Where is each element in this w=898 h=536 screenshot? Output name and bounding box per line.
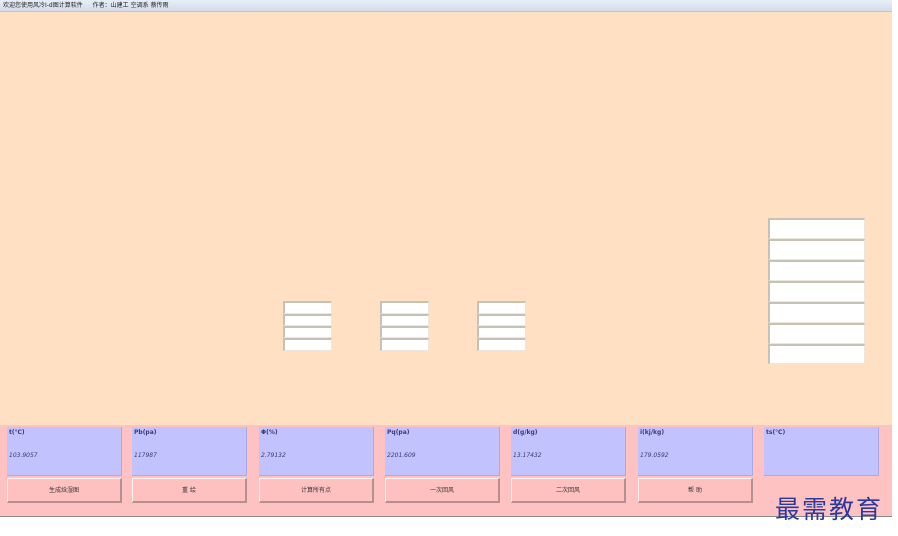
redraw-button[interactable]: 重 绘: [132, 478, 247, 503]
param-d: d(g/kg) 13.17432: [511, 427, 626, 476]
window-authors: 作者：山建工 空调系 蔡传雨: [92, 2, 169, 9]
chart-canvas[interactable]: [0, 12, 892, 425]
param-pb-label: Pb(pa): [134, 429, 157, 436]
param-ts-label: ts(℃): [766, 429, 786, 436]
param-phi-label: Φ(%): [261, 429, 278, 436]
watermark: 最需教育: [775, 495, 884, 524]
side-input-4[interactable]: [768, 281, 865, 302]
group1-input-2[interactable]: [283, 314, 332, 326]
param-t: t(℃) 103.9057: [7, 427, 122, 476]
param-pb-value: 117987: [134, 452, 157, 459]
param-pq-label: Pq(pa): [387, 429, 410, 436]
group3-input-2[interactable]: [477, 314, 526, 326]
side-input-3[interactable]: [768, 260, 865, 281]
param-i-label: i(kj/kg): [640, 429, 665, 436]
group3-input-3[interactable]: [477, 326, 526, 338]
param-d-value: 13.17432: [513, 452, 542, 459]
group2-input-1[interactable]: [380, 301, 429, 314]
param-pb: Pb(pa) 117987: [132, 427, 247, 476]
bottom-divider: [0, 516, 892, 517]
param-i-value: 179.0592: [640, 452, 669, 459]
group2-input-3[interactable]: [380, 326, 429, 338]
param-pq-value: 2201.609: [387, 452, 416, 459]
side-input-6[interactable]: [768, 323, 865, 344]
window-title: 欢迎您使用风冷I-d图计算软件: [3, 2, 83, 9]
side-input-7[interactable]: [768, 344, 865, 364]
param-d-label: d(g/kg): [513, 429, 538, 436]
group1-input-4[interactable]: [283, 338, 332, 351]
param-phi: Φ(%) 2.79132: [259, 427, 374, 476]
param-phi-value: 2.79132: [261, 452, 286, 459]
side-input-5[interactable]: [768, 302, 865, 323]
param-pq: Pq(pa) 2201.609: [385, 427, 500, 476]
group3-input-1[interactable]: [477, 301, 526, 314]
group1-input-1[interactable]: [283, 301, 332, 314]
group2-input-2[interactable]: [380, 314, 429, 326]
param-i: i(kj/kg) 179.0592: [638, 427, 753, 476]
title-bar: 欢迎您使用风冷I-d图计算软件 作者：山建工 空调系 蔡传雨: [0, 0, 892, 12]
generate-chart-button[interactable]: 生成焓湿图: [7, 478, 122, 503]
side-input-2[interactable]: [768, 239, 865, 260]
group2-input-4[interactable]: [380, 338, 429, 351]
param-ts: ts(℃): [764, 427, 879, 476]
param-t-label: t(℃): [9, 429, 25, 436]
calculate-all-button[interactable]: 计算所有点: [259, 478, 374, 503]
side-input-1[interactable]: [768, 218, 865, 239]
help-button[interactable]: 帮 助: [638, 478, 753, 503]
secondary-return-air-button[interactable]: 二次回风: [511, 478, 626, 503]
primary-return-air-button[interactable]: 一次回风: [385, 478, 500, 503]
group1-input-3[interactable]: [283, 326, 332, 338]
param-t-value: 103.9057: [9, 452, 38, 459]
group3-input-4[interactable]: [477, 338, 526, 351]
